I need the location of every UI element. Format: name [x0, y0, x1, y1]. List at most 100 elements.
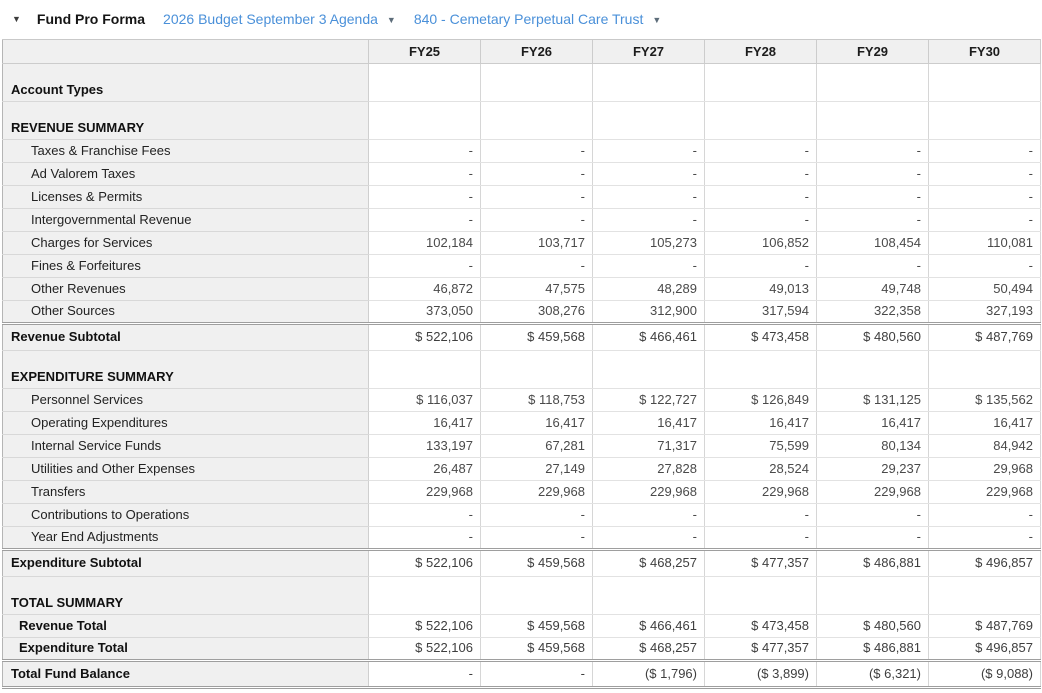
- row-label: Expenditure Subtotal: [2, 548, 369, 577]
- value-expenditure-total-fy30: $ 496,857: [928, 637, 1041, 661]
- value-total-fund-balance-fy27: ($ 1,796): [592, 659, 705, 689]
- value-charges-for-services-fy28: 106,852: [704, 231, 817, 255]
- value-taxes-franchise-fees-fy27: -: [592, 139, 705, 163]
- value-fines-forfeitures-fy25: -: [368, 254, 481, 278]
- value-expenditure-subtotal-fy30: $ 496,857: [928, 548, 1041, 577]
- value-expenditure-summary-header-fy28: [704, 350, 817, 389]
- fund-proforma-table: FY25 FY26 FY27 FY28 FY29 FY30 Account Types RE…: [2, 39, 1041, 689]
- row-licenses-permits: Licenses & Permits - - - - - -: [2, 185, 1041, 209]
- collapse-section-icon[interactable]: ▼: [10, 14, 23, 24]
- value-year-end-adjustments-fy26: -: [480, 526, 593, 550]
- value-revenue-total-fy28: $ 473,458: [704, 614, 817, 638]
- value-internal-service-funds-fy28: 75,599: [704, 434, 817, 458]
- value-charges-for-services-fy30: 110,081: [928, 231, 1041, 255]
- value-revenue-subtotal-fy26: $ 459,568: [480, 322, 593, 351]
- value-total-summary-header-fy30: [928, 576, 1041, 615]
- value-operating-expenditures-fy26: 16,417: [480, 411, 593, 435]
- value-utilities-other-expenses-fy26: 27,149: [480, 457, 593, 481]
- fund-selector-label: 840 - Cemetary Perpetual Care Trust: [413, 11, 644, 27]
- row-account-types: Account Types: [2, 63, 1041, 102]
- row-label: Year End Adjustments: [2, 526, 369, 550]
- value-intergovernmental-revenue-fy29: -: [816, 208, 929, 232]
- value-transfers-fy27: 229,968: [592, 480, 705, 504]
- topbar: ▼ Fund Pro Forma 2026 Budget September 3…: [0, 0, 1042, 35]
- row-label: Revenue Subtotal: [2, 322, 369, 351]
- row-label: TOTAL SUMMARY: [2, 576, 369, 615]
- row-intergovernmental-revenue: Intergovernmental Revenue - - - - - -: [2, 208, 1041, 232]
- row-expenditure-summary-header: EXPENDITURE SUMMARY: [2, 350, 1041, 389]
- value-intergovernmental-revenue-fy30: -: [928, 208, 1041, 232]
- row-label: Taxes & Franchise Fees: [2, 139, 369, 163]
- value-total-fund-balance-fy28: ($ 3,899): [704, 659, 817, 689]
- value-expenditure-total-fy28: $ 477,357: [704, 637, 817, 661]
- value-licenses-permits-fy30: -: [928, 185, 1041, 209]
- value-other-revenues-fy27: 48,289: [592, 277, 705, 301]
- row-label: Licenses & Permits: [2, 185, 369, 209]
- value-internal-service-funds-fy25: 133,197: [368, 434, 481, 458]
- value-expenditure-summary-header-fy25: [368, 350, 481, 389]
- budget-selector-label: 2026 Budget September 3 Agenda: [163, 11, 378, 27]
- value-revenue-total-fy26: $ 459,568: [480, 614, 593, 638]
- value-contributions-to-operations-fy25: -: [368, 503, 481, 527]
- fund-selector[interactable]: 840 - Cemetary Perpetual Care Trust ▼: [414, 11, 661, 27]
- value-taxes-franchise-fees-fy25: -: [368, 139, 481, 163]
- value-expenditure-total-fy29: $ 486,881: [816, 637, 929, 661]
- row-expenditure-subtotal: Expenditure Subtotal $ 522,106 $ 459,568 $ …: [2, 548, 1041, 577]
- value-other-sources-fy29: 322,358: [816, 300, 929, 324]
- row-revenue-subtotal: Revenue Subtotal $ 522,106 $ 459,568 $ 466,…: [2, 322, 1041, 351]
- value-charges-for-services-fy26: 103,717: [480, 231, 593, 255]
- value-licenses-permits-fy28: -: [704, 185, 817, 209]
- value-utilities-other-expenses-fy28: 28,524: [704, 457, 817, 481]
- value-year-end-adjustments-fy30: -: [928, 526, 1041, 550]
- value-revenue-total-fy25: $ 522,106: [368, 614, 481, 638]
- value-intergovernmental-revenue-fy27: -: [592, 208, 705, 232]
- column-header-fy30: FY30: [928, 39, 1041, 64]
- header-corner-cell: [2, 39, 369, 64]
- value-operating-expenditures-fy30: 16,417: [928, 411, 1041, 435]
- row-label: Personnel Services: [2, 388, 369, 412]
- value-ad-valorem-taxes-fy26: -: [480, 162, 593, 186]
- value-expenditure-subtotal-fy25: $ 522,106: [368, 548, 481, 577]
- row-label: Operating Expenditures: [2, 411, 369, 435]
- value-operating-expenditures-fy28: 16,417: [704, 411, 817, 435]
- row-revenue-total: Revenue Total $ 522,106 $ 459,568 $ 466,461…: [2, 614, 1041, 638]
- value-total-summary-header-fy25: [368, 576, 481, 615]
- column-header-fy29: FY29: [816, 39, 929, 64]
- value-other-revenues-fy30: 50,494: [928, 277, 1041, 301]
- value-ad-valorem-taxes-fy28: -: [704, 162, 817, 186]
- value-contributions-to-operations-fy30: -: [928, 503, 1041, 527]
- value-revenue-summary-header-fy29: [816, 101, 929, 140]
- row-label: Contributions to Operations: [2, 503, 369, 527]
- value-total-summary-header-fy27: [592, 576, 705, 615]
- value-total-summary-header-fy28: [704, 576, 817, 615]
- value-ad-valorem-taxes-fy30: -: [928, 162, 1041, 186]
- value-personnel-services-fy29: $ 131,125: [816, 388, 929, 412]
- value-total-summary-header-fy29: [816, 576, 929, 615]
- row-label: Ad Valorem Taxes: [2, 162, 369, 186]
- value-expenditure-subtotal-fy26: $ 459,568: [480, 548, 593, 577]
- row-label: Revenue Total: [2, 614, 369, 638]
- value-ad-valorem-taxes-fy25: -: [368, 162, 481, 186]
- column-header-fy26: FY26: [480, 39, 593, 64]
- value-expenditure-subtotal-fy27: $ 468,257: [592, 548, 705, 577]
- value-charges-for-services-fy25: 102,184: [368, 231, 481, 255]
- value-licenses-permits-fy27: -: [592, 185, 705, 209]
- column-header-fy28: FY28: [704, 39, 817, 64]
- value-transfers-fy25: 229,968: [368, 480, 481, 504]
- value-intergovernmental-revenue-fy28: -: [704, 208, 817, 232]
- value-personnel-services-fy30: $ 135,562: [928, 388, 1041, 412]
- value-other-sources-fy27: 312,900: [592, 300, 705, 324]
- value-contributions-to-operations-fy27: -: [592, 503, 705, 527]
- value-expenditure-summary-header-fy29: [816, 350, 929, 389]
- value-revenue-summary-header-fy25: [368, 101, 481, 140]
- value-personnel-services-fy28: $ 126,849: [704, 388, 817, 412]
- value-transfers-fy28: 229,968: [704, 480, 817, 504]
- row-utilities-other-expenses: Utilities and Other Expenses 26,487 27,149…: [2, 457, 1041, 481]
- column-header-fy25: FY25: [368, 39, 481, 64]
- value-revenue-summary-header-fy27: [592, 101, 705, 140]
- value-transfers-fy29: 229,968: [816, 480, 929, 504]
- row-label: Transfers: [2, 480, 369, 504]
- value-expenditure-summary-header-fy26: [480, 350, 593, 389]
- row-transfers: Transfers 229,968 229,968 229,968 229,968 229…: [2, 480, 1041, 504]
- budget-selector[interactable]: 2026 Budget September 3 Agenda ▼: [163, 11, 396, 27]
